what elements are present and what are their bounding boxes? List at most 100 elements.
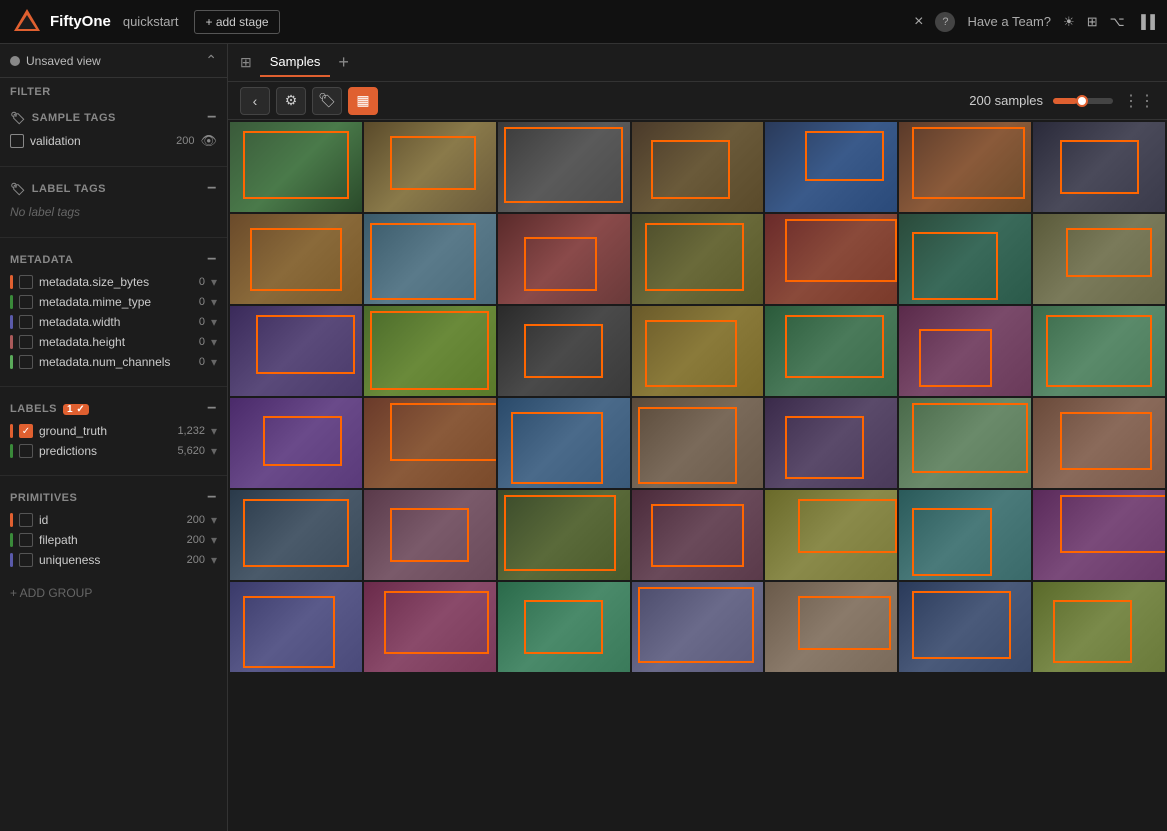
add-group-button[interactable]: + ADD GROUP <box>0 578 227 608</box>
predictions-checkbox[interactable] <box>19 444 33 458</box>
grid-cell-25[interactable] <box>632 398 764 488</box>
grid-cell-5[interactable] <box>765 122 897 212</box>
grid-cell-8[interactable] <box>230 214 362 304</box>
app-subtitle: quickstart <box>123 14 179 29</box>
grid-cell-39[interactable] <box>632 582 764 672</box>
grid-cell-21[interactable] <box>1033 306 1165 396</box>
grid-cell-27[interactable] <box>899 398 1031 488</box>
grid-cell-10[interactable] <box>498 214 630 304</box>
labels-collapse[interactable]: − <box>207 401 217 417</box>
tag-button[interactable]: 🏷 <box>312 87 342 115</box>
filepath-chevron[interactable]: ▾ <box>211 533 217 547</box>
grid-cell-41[interactable] <box>899 582 1031 672</box>
grid-cell-36[interactable] <box>230 582 362 672</box>
zoom-slider[interactable] <box>1053 98 1113 104</box>
grid-cell-22[interactable] <box>230 398 362 488</box>
metadata-height-count: 0 <box>199 336 205 348</box>
tab-samples[interactable]: Samples <box>260 48 331 77</box>
grid-cell-3[interactable] <box>498 122 630 212</box>
metadata-size-bytes-chevron[interactable]: ▾ <box>211 275 217 289</box>
slider-track[interactable] <box>1053 98 1113 104</box>
grid-cell-35[interactable] <box>1033 490 1165 580</box>
metadata-num-channels-row: metadata.num_channels 0 ▾ <box>0 352 227 372</box>
grid-cell-37[interactable] <box>364 582 496 672</box>
view-button[interactable]: ▦ <box>348 87 378 115</box>
metadata-mime-type-checkbox[interactable] <box>19 295 33 309</box>
grid-cell-33[interactable] <box>765 490 897 580</box>
settings-button[interactable]: ⚙ <box>276 87 306 115</box>
uniqueness-checkbox[interactable] <box>19 553 33 567</box>
back-button[interactable]: ‹ <box>240 87 270 115</box>
metadata-mime-type-chevron[interactable]: ▾ <box>211 295 217 309</box>
sample-tag-row-validation[interactable]: validation 200 👁 <box>0 130 227 152</box>
metadata-height-checkbox[interactable] <box>19 335 33 349</box>
ground-truth-checkbox[interactable] <box>19 424 33 438</box>
uniqueness-chevron[interactable]: ▾ <box>211 553 217 567</box>
brightness-icon[interactable]: ☀ <box>1063 14 1075 30</box>
grid-cell-20[interactable] <box>899 306 1031 396</box>
grid-cell-26[interactable] <box>765 398 897 488</box>
grid-cell-11[interactable] <box>632 214 764 304</box>
grid-cell-18[interactable] <box>632 306 764 396</box>
id-checkbox[interactable] <box>19 513 33 527</box>
filepath-checkbox[interactable] <box>19 533 33 547</box>
grid-cell-40[interactable] <box>765 582 897 672</box>
predictions-count: 5,620 <box>177 445 205 457</box>
divider-2 <box>0 237 227 238</box>
grid-cell-29[interactable] <box>230 490 362 580</box>
slider-thumb <box>1076 95 1088 107</box>
grid-cell-42[interactable] <box>1033 582 1165 672</box>
grid-cell-19[interactable] <box>765 306 897 396</box>
bounding-box <box>1060 412 1152 471</box>
bounding-box <box>651 504 743 567</box>
grid-cell-7[interactable] <box>1033 122 1165 212</box>
metadata-height-chevron[interactable]: ▾ <box>211 335 217 349</box>
grid-cell-15[interactable] <box>230 306 362 396</box>
grid-cell-24[interactable] <box>498 398 630 488</box>
view-selector[interactable]: Unsaved view ⌃ <box>0 44 227 78</box>
primitives-collapse[interactable]: − <box>207 490 217 506</box>
help-icon[interactable]: ? <box>935 12 955 32</box>
grid-cell-16[interactable] <box>364 306 496 396</box>
grid-cell-31[interactable] <box>498 490 630 580</box>
ground-truth-chevron[interactable]: ▾ <box>211 424 217 438</box>
predictions-chevron[interactable]: ▾ <box>211 444 217 458</box>
grid-cell-17[interactable] <box>498 306 630 396</box>
close-icon[interactable]: × <box>914 13 923 31</box>
grid-cell-9[interactable] <box>364 214 496 304</box>
grid-cell-12[interactable] <box>765 214 897 304</box>
grid-cell-13[interactable] <box>899 214 1031 304</box>
grid-cell-6[interactable] <box>899 122 1031 212</box>
uniqueness-bar <box>10 553 13 567</box>
menu-icon[interactable]: ▐▐ <box>1137 14 1155 29</box>
grid-cell-28[interactable] <box>1033 398 1165 488</box>
topnav-right: × ? Have a Team? ☀ ⊞ ⌥ ▐▐ <box>914 12 1155 32</box>
grid-cell-34[interactable] <box>899 490 1031 580</box>
github-icon[interactable]: ⌥ <box>1110 14 1125 30</box>
grid-toggle-button[interactable]: ⋮⋮ <box>1123 91 1155 111</box>
metadata-num-channels-checkbox[interactable] <box>19 355 33 369</box>
grid-cell-32[interactable] <box>632 490 764 580</box>
grid-cell-30[interactable] <box>364 490 496 580</box>
grid-cell-23[interactable] <box>364 398 496 488</box>
metadata-size-bytes-checkbox[interactable] <box>19 275 33 289</box>
metadata-num-channels-chevron[interactable]: ▾ <box>211 355 217 369</box>
metadata-width-chevron[interactable]: ▾ <box>211 315 217 329</box>
grid-cell-2[interactable] <box>364 122 496 212</box>
add-tab-button[interactable]: + <box>338 52 349 73</box>
grid-cell-1[interactable] <box>230 122 362 212</box>
grid-cell-14[interactable] <box>1033 214 1165 304</box>
metadata-collapse[interactable]: − <box>207 252 217 268</box>
grid-icon[interactable]: ⊞ <box>1087 14 1098 30</box>
metadata-width-bar <box>10 315 13 329</box>
id-chevron[interactable]: ▾ <box>211 513 217 527</box>
grid-cell-4[interactable] <box>632 122 764 212</box>
metadata-width-checkbox[interactable] <box>19 315 33 329</box>
grid-cell-38[interactable] <box>498 582 630 672</box>
eye-icon[interactable]: 👁 <box>200 133 217 149</box>
add-stage-button[interactable]: + add stage <box>194 10 279 34</box>
sample-tags-collapse[interactable]: − <box>207 110 217 126</box>
label-tags-collapse[interactable]: − <box>207 181 217 197</box>
primitives-header: PRIMITIVES − <box>0 482 227 510</box>
validation-checkbox[interactable] <box>10 134 24 148</box>
